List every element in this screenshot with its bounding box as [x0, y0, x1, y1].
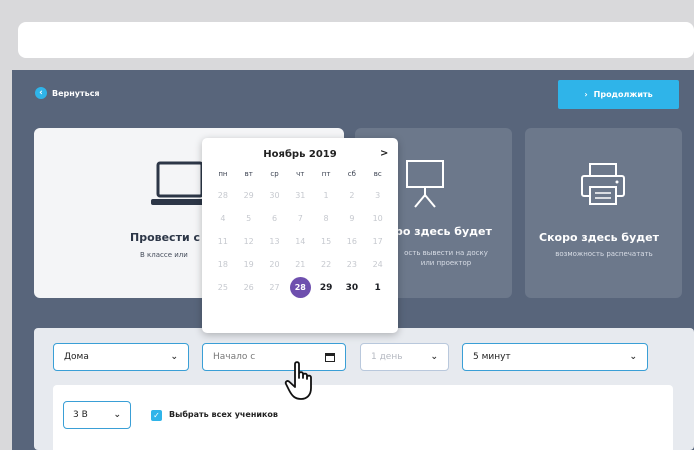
calendar-day: 28: [217, 191, 228, 200]
select-all-label: Выбрать всех учеников: [169, 410, 278, 419]
calendar-grid: пн вт ср чт пт сб вс 28 29 30 31 1 2 3 4 5 6 7 8 9 10 11 12 13 1…: [210, 170, 391, 299]
date-picker: Ноябрь 2019 > пн вт ср чт пт сб вс 28 29 30 31 1 2 3 4…: [202, 138, 398, 333]
next-month-button[interactable]: >: [380, 148, 388, 159]
card-description: возможность распечатать: [555, 250, 653, 258]
weekday-label: пн: [218, 170, 228, 178]
calendar-day: 9: [349, 214, 355, 223]
continue-button[interactable]: › Продолжить: [558, 80, 679, 109]
weekday-label: вс: [373, 170, 382, 178]
selected-day-label: 28: [289, 277, 311, 298]
calendar-day: 22: [320, 260, 332, 269]
browser-frame: ‹ Вернуться › Продолжить Провести с В кл…: [0, 0, 694, 450]
calendar-day: 13: [269, 237, 280, 246]
calendar-day: 3: [375, 191, 381, 200]
card-title: ро здесь будет: [395, 225, 492, 238]
printer-icon: [581, 163, 625, 205]
calendar-day[interactable]: 1: [365, 283, 391, 293]
calendar-day: 11: [217, 237, 228, 246]
card-description: ость вывести на доску или проектор: [381, 248, 511, 268]
start-date-placeholder: Начало с: [213, 352, 256, 362]
calendar-day-selected[interactable]: 28: [287, 277, 313, 298]
chevron-down-icon: ⌄: [113, 410, 121, 420]
weekday-row: пн вт ср чт пт сб вс: [210, 170, 391, 184]
calendar-day: 16: [346, 237, 357, 246]
class-select[interactable]: 3 В ⌄: [63, 401, 131, 429]
calendar-day: 2: [349, 191, 355, 200]
calendar-icon: [325, 352, 335, 362]
weekday-label: ср: [270, 170, 279, 178]
calendar-day: 4: [220, 214, 226, 223]
week-row: 25 26 27 28 29 30 1: [210, 276, 391, 299]
days-select[interactable]: 1 день ⌄: [360, 343, 449, 371]
calendar-day: 30: [269, 191, 280, 200]
calendar-day: 20: [269, 260, 280, 269]
calendar-day: 23: [346, 260, 357, 269]
calendar-day: 26: [243, 283, 254, 292]
card-title: Скоро здесь будет: [539, 231, 659, 244]
calendar-day: 19: [243, 260, 254, 269]
calendar-day: 29: [243, 191, 254, 200]
place-select[interactable]: Дома ⌄: [53, 343, 189, 371]
calendar-day: 10: [372, 214, 383, 223]
continue-label: Продолжить: [593, 90, 653, 99]
start-date-input[interactable]: Начало с: [202, 343, 346, 371]
weekday-label: пт: [321, 170, 331, 178]
calendar-month-title: Ноябрь 2019: [263, 149, 337, 160]
week-row: 28 29 30 31 1 2 3: [210, 184, 391, 207]
students-box: 3 В ⌄ ✓ Выбрать всех учеников: [53, 385, 673, 450]
address-bar[interactable]: [18, 22, 694, 58]
presentation-board-icon: [406, 160, 444, 208]
duration-select[interactable]: 5 минут ⌄: [462, 343, 648, 371]
chevron-down-icon: ⌄: [629, 352, 637, 362]
chevron-right-icon: ›: [584, 90, 588, 99]
calendar-day: 17: [372, 237, 383, 246]
duration-value: 5 минут: [473, 352, 511, 362]
back-label: Вернуться: [52, 88, 100, 98]
calendar-day: 31: [295, 191, 306, 200]
calendar-day[interactable]: 29: [313, 283, 339, 293]
card-title: Провести с: [130, 231, 201, 244]
calendar-day: 1: [323, 191, 329, 200]
calendar-day: 12: [243, 237, 254, 246]
chevron-down-icon: ⌄: [430, 352, 438, 362]
card-description-line: или проектор: [420, 259, 472, 267]
calendar-day: 24: [372, 260, 383, 269]
back-button[interactable]: ‹ Вернуться: [35, 87, 100, 99]
calendar-day: 14: [295, 237, 306, 246]
week-row: 4 5 6 7 8 9 10: [210, 207, 391, 230]
calendar-day: 25: [217, 283, 228, 292]
week-row: 18 19 20 21 22 23 24: [210, 253, 391, 276]
weekday-label: вт: [244, 170, 253, 178]
days-value: 1 день: [371, 352, 403, 362]
calendar-day: 7: [297, 214, 303, 223]
calendar-day: 8: [323, 214, 329, 223]
chevron-down-icon: ⌄: [170, 352, 178, 362]
app-screen: ‹ Вернуться › Продолжить Провести с В кл…: [12, 70, 694, 450]
chevron-left-icon: ‹: [35, 87, 47, 99]
calendar-day[interactable]: 30: [339, 283, 365, 293]
weekday-label: чт: [296, 170, 305, 178]
card-description: В классе или: [140, 251, 188, 259]
card-print: Скоро здесь будет возможность распечатат…: [525, 128, 682, 298]
place-value: Дома: [64, 352, 89, 362]
calendar-day: 27: [269, 283, 280, 292]
calendar-day: 15: [320, 237, 332, 246]
card-description-line: ость вывести на доску: [404, 249, 488, 257]
calendar-day: 5: [246, 214, 252, 223]
calendar-day: 18: [217, 260, 228, 269]
hand-cursor-icon: [284, 361, 312, 400]
week-row: 11 12 13 14 15 16 17: [210, 230, 391, 253]
select-all-checkbox[interactable]: ✓: [151, 410, 162, 421]
weekday-label: сб: [347, 170, 356, 178]
settings-panel: Дома ⌄ Начало с 1 день ⌄ 5 минут ⌄ 3 В ⌄…: [34, 328, 694, 450]
class-value: 3 В: [73, 410, 88, 420]
calendar-day: 6: [271, 214, 278, 223]
calendar-day: 21: [295, 260, 306, 269]
